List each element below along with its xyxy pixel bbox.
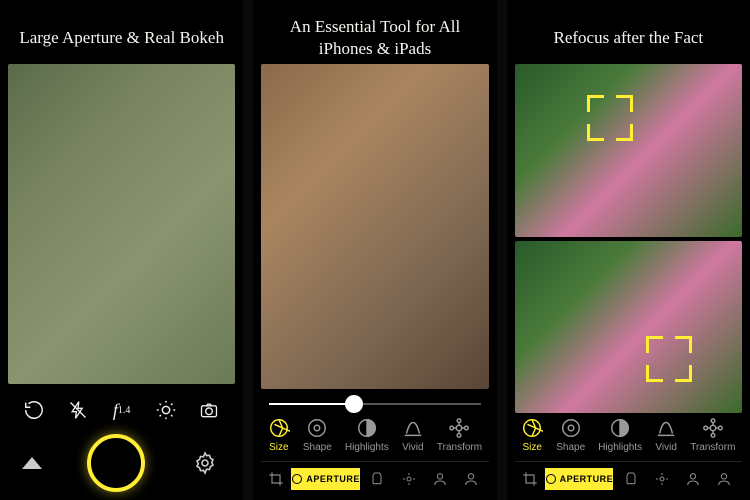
mode-aperture[interactable]: APERTURE: [291, 468, 360, 490]
screenshot-panel-2: An Essential Tool for All iPhones & iPad…: [253, 0, 496, 500]
crop-icon[interactable]: [519, 468, 541, 490]
tool-highlights[interactable]: Highlights: [345, 417, 389, 453]
mode-portrait-icon[interactable]: [426, 468, 453, 490]
mode-effects-icon[interactable]: [395, 468, 422, 490]
tool-transform[interactable]: Transform: [690, 417, 735, 453]
photo-after[interactable]: [515, 241, 742, 414]
mode-filter-icon[interactable]: [711, 468, 738, 490]
panel-title: Refocus after the Fact: [515, 12, 742, 64]
screenshot-panel-3: Refocus after the Fact Size Shape Highli…: [507, 0, 750, 500]
tool-vivid[interactable]: Vivid: [402, 417, 424, 453]
mode-lighting-icon[interactable]: [617, 468, 644, 490]
tool-size[interactable]: Size: [268, 417, 290, 453]
tool-vivid[interactable]: Vivid: [655, 417, 677, 453]
mode-portrait-icon[interactable]: [680, 468, 707, 490]
photo-preview[interactable]: [8, 64, 235, 384]
photo-preview[interactable]: [261, 64, 488, 389]
tool-transform[interactable]: Transform: [437, 417, 482, 453]
tool-highlights[interactable]: Highlights: [598, 417, 642, 453]
camera-controls: f1.4: [8, 384, 235, 492]
settings-icon[interactable]: [189, 447, 221, 479]
tool-shape[interactable]: Shape: [556, 417, 585, 453]
crop-icon[interactable]: [265, 468, 287, 490]
focus-bracket-icon[interactable]: [646, 336, 692, 382]
focus-bracket-icon[interactable]: [587, 95, 633, 141]
tool-size[interactable]: Size: [521, 417, 543, 453]
adjustment-slider[interactable]: [261, 389, 488, 413]
expand-icon[interactable]: [22, 457, 42, 469]
tool-tabs: Size Shape Highlights Vivid Transform: [261, 413, 488, 461]
brightness-icon[interactable]: [150, 394, 182, 426]
mode-aperture[interactable]: APERTURE: [545, 468, 614, 490]
camera-flip-icon[interactable]: [193, 394, 225, 426]
panel-title: Large Aperture & Real Bokeh: [8, 12, 235, 64]
aperture-value[interactable]: f1.4: [106, 394, 138, 426]
mode-filter-icon[interactable]: [457, 468, 484, 490]
mode-effects-icon[interactable]: [648, 468, 675, 490]
photo-before[interactable]: [515, 64, 742, 237]
mode-lighting-icon[interactable]: [364, 468, 391, 490]
screenshot-panel-1: Large Aperture & Real Bokeh f1.4: [0, 0, 243, 500]
rotate-icon[interactable]: [18, 394, 50, 426]
flash-off-icon[interactable]: [62, 394, 94, 426]
shutter-button[interactable]: [87, 434, 145, 492]
photo-compare: [515, 64, 742, 413]
bottom-toolbar: APERTURE: [515, 461, 742, 492]
tool-shape[interactable]: Shape: [303, 417, 332, 453]
bottom-toolbar: APERTURE: [261, 461, 488, 492]
tool-tabs: Size Shape Highlights Vivid Transform: [515, 413, 742, 461]
panel-title: An Essential Tool for All iPhones & iPad…: [261, 12, 488, 64]
